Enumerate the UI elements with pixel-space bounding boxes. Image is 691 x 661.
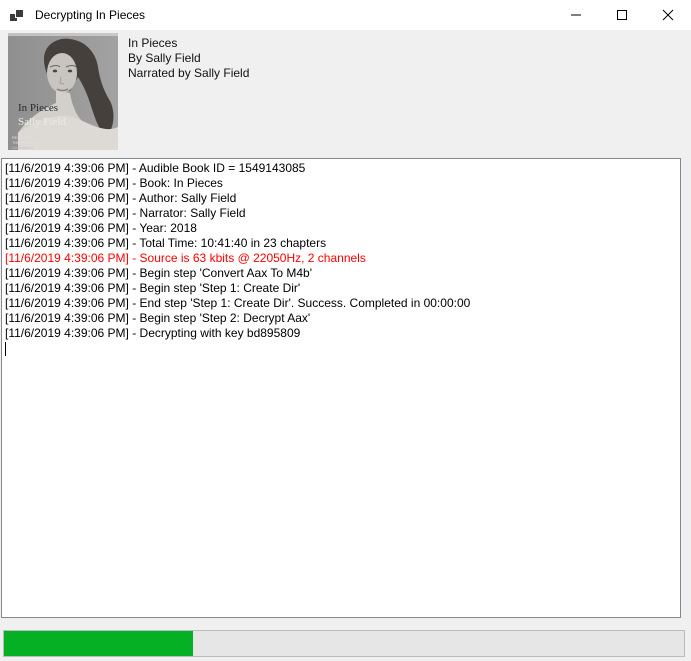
titlebar: Decrypting In Pieces — [0, 0, 691, 30]
book-info: In Pieces By Sally Field Narrated by Sal… — [128, 36, 249, 81]
log-lines: [11/6/2019 4:39:06 PM] - Audible Book ID… — [5, 161, 677, 341]
app-icon — [9, 7, 25, 23]
log-line: [11/6/2019 4:39:06 PM] - Begin step 'Ste… — [5, 281, 677, 296]
log-line: [11/6/2019 4:39:06 PM] - Decrypting with… — [5, 326, 677, 341]
cover-title-text: In Pieces — [18, 102, 58, 114]
minimize-icon — [570, 9, 582, 21]
book-narrator: Narrated by Sally Field — [128, 66, 249, 81]
log-line: [11/6/2019 4:39:06 PM] - Begin step 'Ste… — [5, 311, 677, 326]
log-line: [11/6/2019 4:39:06 PM] - Source is 63 kb… — [5, 251, 677, 266]
maximize-icon — [616, 9, 628, 21]
log-line: [11/6/2019 4:39:06 PM] - Year: 2018 — [5, 221, 677, 236]
log-line: [11/6/2019 4:39:06 PM] - Total Time: 10:… — [5, 236, 677, 251]
caption-buttons — [553, 0, 691, 30]
text-caret — [5, 342, 6, 356]
window-title: Decrypting In Pieces — [35, 8, 553, 22]
log-line: [11/6/2019 4:39:06 PM] - Author: Sally F… — [5, 191, 677, 206]
log-line: [11/6/2019 4:39:06 PM] - Begin step 'Con… — [5, 266, 677, 281]
minimize-button[interactable] — [553, 0, 599, 30]
log-line: [11/6/2019 4:39:06 PM] - End step 'Step … — [5, 296, 677, 311]
cover-author-text: Sally Field — [18, 116, 66, 128]
log-textbox[interactable]: [11/6/2019 4:39:06 PM] - Audible Book ID… — [1, 158, 681, 618]
book-cover-image: In Pieces Sally Field READ BY THE AUTHOR… — [8, 33, 118, 150]
app-window: Decrypting In Pieces — [0, 0, 691, 661]
cover-credit-line3: Unabridged — [12, 145, 33, 150]
log-line: [11/6/2019 4:39:06 PM] - Narrator: Sally… — [5, 206, 677, 221]
progress-fill — [4, 631, 193, 656]
book-author: By Sally Field — [128, 51, 249, 66]
caret-line — [5, 341, 677, 356]
log-line: [11/6/2019 4:39:06 PM] - Book: In Pieces — [5, 176, 677, 191]
close-button[interactable] — [645, 0, 691, 30]
maximize-button[interactable] — [599, 0, 645, 30]
book-title: In Pieces — [128, 36, 249, 51]
log-line: [11/6/2019 4:39:06 PM] - Audible Book ID… — [5, 161, 677, 176]
cover-face — [47, 53, 77, 93]
close-icon — [662, 9, 674, 21]
progress-bar — [3, 630, 685, 657]
